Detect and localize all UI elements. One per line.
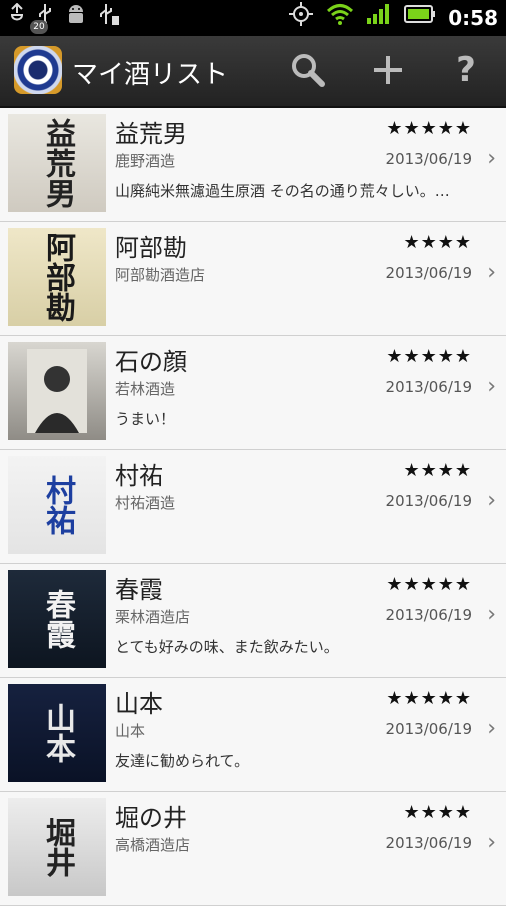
entry-date: 2013/06/19 [385, 264, 472, 282]
gps-icon [288, 1, 314, 36]
sake-thumbnail [8, 342, 106, 440]
app-title: マイ酒リスト [72, 60, 229, 90]
status-bar: 20 0:58 [0, 0, 506, 36]
brewery-name: 高橋酒造店 [115, 836, 191, 854]
rating-stars: ★★★★ [403, 232, 472, 253]
tasting-note: 友達に勧められて。 [115, 752, 250, 770]
tasting-note: 山廃純米無濾過生原酒 その名の通り荒々しい。… [115, 182, 450, 200]
search-icon [292, 54, 325, 87]
thumbnail-label: 山本 [40, 703, 75, 763]
thumbnail-label: 益荒男 [40, 118, 75, 208]
brewery-name: 若林酒造 [115, 380, 176, 398]
chevron-right-icon: › [487, 488, 496, 513]
sake-thumbnail: 山本 [8, 684, 106, 782]
list-item[interactable]: 益荒男 益荒男 鹿野酒造 山廃純米無濾過生原酒 その名の通り荒々しい。… ★★★★★ 20… [0, 108, 506, 222]
battery-icon [404, 4, 436, 33]
thumbnail-label: 春霞 [40, 589, 75, 649]
list-item[interactable]: 堀井 堀の井高橋酒造店 ★★★★ 2013/06/19 › [0, 792, 506, 906]
rating-stars: ★★★★ [403, 802, 472, 823]
rating-stars: ★★★★★ [386, 346, 472, 367]
chevron-right-icon: › [487, 830, 496, 855]
list-item[interactable]: 山本 山本 山本 友達に勧められて。 ★★★★★ 2013/06/19 › [0, 678, 506, 792]
sake-name: 村祐 [115, 462, 163, 490]
portrait-label-icon [27, 349, 87, 433]
signal-icon [366, 3, 392, 34]
sake-name: 阿部勘 [115, 234, 187, 262]
android-debug-icon [64, 2, 88, 35]
notification-count-badge: 20 [30, 20, 48, 34]
help-button[interactable]: ? [442, 50, 490, 90]
chevron-right-icon: › [487, 602, 496, 627]
entry-date: 2013/06/19 [385, 606, 472, 624]
brewery-name: 山本 [115, 722, 146, 740]
entry-date: 2013/06/19 [385, 720, 472, 738]
sake-name: 山本 [115, 690, 163, 718]
thumbnail-label: 阿部勘 [40, 232, 75, 322]
rating-stars: ★★★★★ [386, 118, 472, 139]
sake-thumbnail: 益荒男 [8, 114, 106, 212]
rating-stars: ★★★★★ [386, 574, 472, 595]
brewery-name: 村祐酒造 [115, 494, 176, 512]
sake-list: 益荒男 益荒男 鹿野酒造 山廃純米無濾過生原酒 その名の通り荒々しい。… ★★★★★ 20… [0, 108, 506, 906]
brewery-name: 栗林酒造店 [115, 608, 191, 626]
thumbnail-label: 村祐 [40, 475, 75, 535]
list-item[interactable]: 村祐 村祐 村祐酒造 ★★★★ 2013/06/19 › [0, 450, 506, 564]
list-item[interactable]: 阿部勘 阿部勘 阿部勘酒造店 ★★★★ 2013/06/19 › [0, 222, 506, 336]
sake-thumbnail: 春霞 [8, 570, 106, 668]
clock: 0:58 [448, 6, 498, 30]
list-item[interactable]: 石の顔若林酒造うまい！ ★★★★★ 2013/06/19 › [0, 336, 506, 450]
tasting-note: うまい！ [115, 410, 176, 428]
chevron-right-icon: › [487, 260, 496, 285]
notification-icon [8, 2, 26, 34]
thumbnail-label: 堀井 [40, 817, 75, 877]
app-logo-icon[interactable] [14, 46, 62, 94]
search-button[interactable] [284, 50, 332, 90]
chevron-right-icon: › [487, 146, 496, 171]
brewery-name: 阿部勘酒造店 [115, 266, 206, 284]
add-button[interactable] [364, 50, 412, 90]
sake-name: 堀の井 [115, 804, 187, 832]
action-bar: マイ酒リスト ? [0, 36, 506, 108]
chevron-right-icon: › [487, 716, 496, 741]
sake-name: 春霞 [115, 576, 163, 604]
sake-name: 石の顔 [115, 348, 187, 376]
entry-date: 2013/06/19 [385, 378, 472, 396]
brewery-name: 鹿野酒造 [115, 152, 176, 170]
sake-name: 益荒男 [115, 120, 187, 148]
sake-thumbnail: 阿部勘 [8, 228, 106, 326]
rating-stars: ★★★★★ [386, 688, 472, 709]
entry-date: 2013/06/19 [385, 150, 472, 168]
list-item[interactable]: 春霞 春霞 栗林酒造店 とても好みの味、また飲みたい。 ★★★★★ 2013/06/19 › [0, 564, 506, 678]
usb-storage-icon [98, 2, 120, 35]
add-icon [374, 56, 402, 84]
entry-date: 2013/06/19 [385, 834, 472, 852]
tasting-note: とても好みの味、また飲みたい。 [115, 638, 339, 656]
sake-thumbnail: 村祐 [8, 456, 106, 554]
sake-thumbnail: 堀井 [8, 798, 106, 896]
chevron-right-icon: › [487, 374, 496, 399]
entry-date: 2013/06/19 [385, 492, 472, 510]
rating-stars: ★★★★ [403, 460, 472, 481]
wifi-icon [326, 2, 354, 35]
